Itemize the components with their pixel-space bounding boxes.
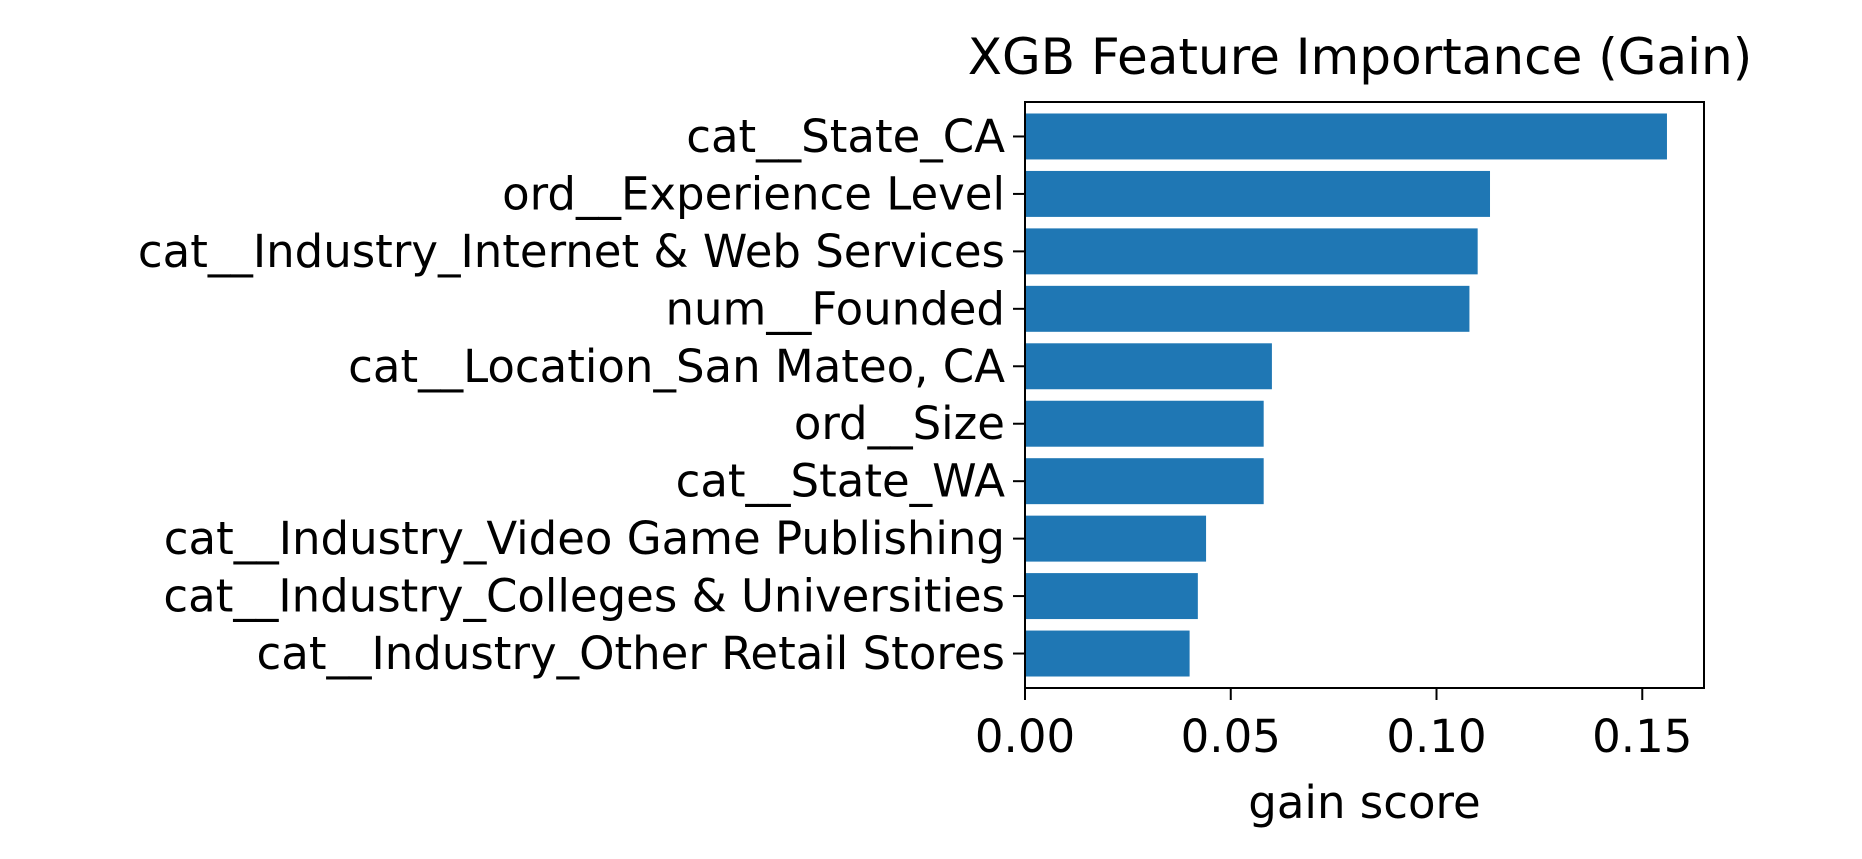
y-tick-label: cat__Industry_Colleges & Universities bbox=[163, 570, 1005, 623]
x-tick-label: 0.15 bbox=[1592, 710, 1692, 763]
feature-importance-chart: XGB Feature Importance (Gain) cat__State… bbox=[138, 28, 1752, 829]
y-ticks-group: cat__State_CAord__Experience Levelcat__I… bbox=[138, 110, 1025, 680]
bar bbox=[1025, 573, 1198, 620]
bar bbox=[1025, 458, 1264, 505]
chart-title: XGB Feature Importance (Gain) bbox=[968, 28, 1752, 86]
y-tick-label: cat__Industry_Other Retail Stores bbox=[257, 627, 1005, 680]
x-axis-label: gain score bbox=[1248, 776, 1480, 829]
x-ticks-group: 0.00 0.05 0.10 0.15 bbox=[975, 688, 1692, 763]
bar bbox=[1025, 400, 1264, 447]
y-tick-label: ord__Size bbox=[794, 397, 1005, 450]
x-tick-label: 0.10 bbox=[1386, 710, 1486, 763]
bar bbox=[1025, 228, 1478, 275]
y-tick-label: ord__Experience Level bbox=[502, 167, 1005, 220]
bar bbox=[1025, 170, 1491, 217]
bar bbox=[1025, 113, 1667, 160]
bar bbox=[1025, 343, 1272, 390]
bar bbox=[1025, 285, 1470, 332]
bar bbox=[1025, 515, 1207, 562]
y-tick-label: cat__Industry_Video Game Publishing bbox=[164, 512, 1005, 565]
y-tick-label: cat__Industry_Internet & Web Services bbox=[138, 225, 1005, 278]
bar bbox=[1025, 630, 1190, 677]
y-tick-label: cat__Location_San Mateo, CA bbox=[348, 340, 1005, 393]
x-tick-label: 0.00 bbox=[975, 710, 1075, 763]
y-tick-label: cat__State_WA bbox=[676, 455, 1006, 508]
bars-group bbox=[1025, 113, 1667, 677]
y-tick-label: cat__State_CA bbox=[686, 110, 1005, 163]
x-tick-label: 0.05 bbox=[1181, 710, 1281, 763]
y-tick-label: num__Founded bbox=[665, 282, 1005, 335]
